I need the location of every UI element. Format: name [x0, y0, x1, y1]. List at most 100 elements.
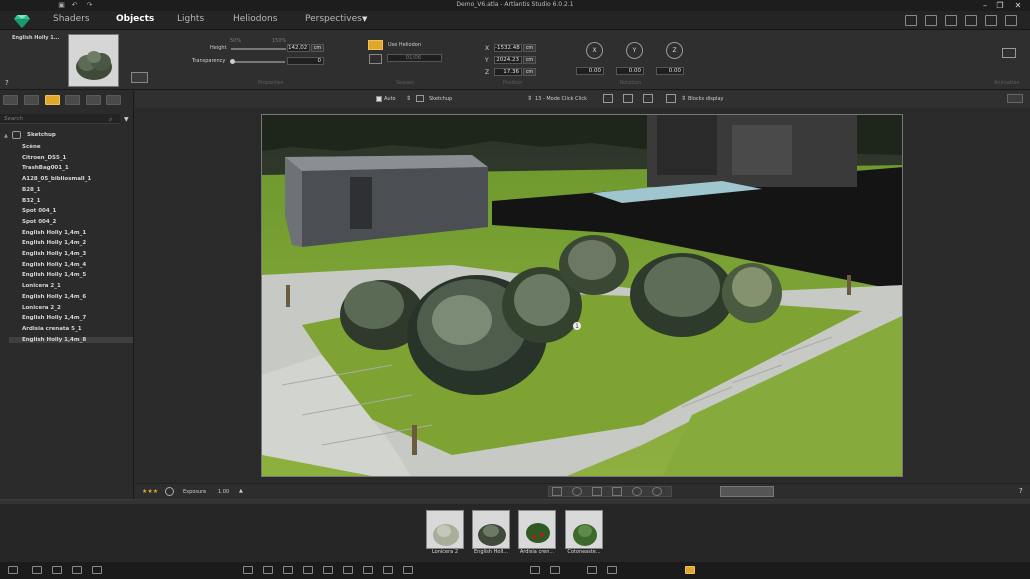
- position-z-unit[interactable]: cm: [523, 68, 536, 76]
- calendar-icon[interactable]: [369, 54, 382, 64]
- batch-icon[interactable]: [945, 15, 957, 26]
- transparency-knob[interactable]: [230, 59, 235, 64]
- mode-stepper-icon[interactable]: ⇕: [527, 95, 532, 102]
- stepper-icon[interactable]: ⇕: [406, 95, 411, 102]
- viewport-toggle-button[interactable]: [1007, 94, 1023, 103]
- catalog-thumbnail[interactable]: [472, 510, 510, 549]
- zoom-icon[interactable]: [572, 487, 582, 496]
- tree-item[interactable]: B32_1: [22, 198, 40, 204]
- transfer-icon[interactable]: [925, 15, 937, 26]
- tree-item[interactable]: Spot 004_2: [22, 219, 56, 225]
- heliodon-sun-icon[interactable]: [368, 40, 383, 50]
- tree-item[interactable]: B28_1: [22, 187, 40, 193]
- tree-item[interactable]: English Holly 1,4m_4: [22, 262, 86, 268]
- tree-item[interactable]: A128_05_bibliosmall_1: [22, 176, 91, 182]
- tree-item[interactable]: Ardisia crenata 5_1: [22, 326, 82, 332]
- objects-icon[interactable]: [403, 566, 413, 574]
- tree-root[interactable]: Sketchup: [27, 132, 56, 138]
- visibility-eye-button[interactable]: [106, 95, 121, 105]
- list-view-icon[interactable]: [530, 566, 540, 574]
- tree-item[interactable]: Scène: [22, 144, 41, 150]
- furniture-icon[interactable]: [263, 566, 273, 574]
- position-y-unit[interactable]: cm: [523, 56, 536, 64]
- quality-stars[interactable]: ★★★: [142, 488, 158, 495]
- catalog-thumbnail[interactable]: [518, 510, 556, 549]
- folder-icon[interactable]: [587, 566, 597, 574]
- objects-filter-button[interactable]: [45, 95, 60, 105]
- remove-button[interactable]: [24, 95, 39, 105]
- catalog-thumbnail[interactable]: [426, 510, 464, 549]
- grid-view-icon[interactable]: [550, 566, 560, 574]
- tree-expand-icon[interactable]: ▲: [4, 133, 8, 139]
- tree-item[interactable]: English Holly 1,4m_8: [9, 336, 133, 343]
- camera-icon[interactable]: [965, 15, 977, 26]
- pan-icon[interactable]: [592, 487, 602, 496]
- blocks-display-label[interactable]: Blocks display: [688, 96, 723, 102]
- rotation-x-field[interactable]: 0.00: [576, 67, 604, 75]
- catalog-category-icon[interactable]: [72, 566, 82, 574]
- position-y-field[interactable]: 2024.23: [494, 56, 522, 64]
- undo-view-icon[interactable]: [552, 487, 562, 496]
- catalog-splitter[interactable]: [0, 500, 1030, 504]
- orbit-icon[interactable]: [632, 487, 642, 496]
- animal-icon[interactable]: [343, 566, 353, 574]
- groups-filter-button[interactable]: [65, 95, 80, 105]
- crop-icon[interactable]: [643, 94, 653, 103]
- transparency-field[interactable]: 0: [287, 57, 324, 65]
- rotation-y-dial[interactable]: Y: [626, 42, 643, 59]
- search-input[interactable]: Search: [0, 114, 120, 124]
- auto-checkbox[interactable]: [376, 96, 382, 102]
- fullscreen-icon[interactable]: [1005, 15, 1017, 26]
- pivot-marker[interactable]: 1: [575, 323, 579, 330]
- position-z-field[interactable]: 17.36: [494, 68, 522, 76]
- tree-item[interactable]: English Holly 1,4m_2: [22, 240, 86, 246]
- tab-objects[interactable]: Objects: [116, 14, 154, 24]
- zoom-slider[interactable]: [720, 486, 774, 497]
- catalog-category-icon[interactable]: [8, 566, 18, 574]
- rotation-z-dial[interactable]: Z: [666, 42, 683, 59]
- help-icon[interactable]: ?: [5, 79, 9, 87]
- sketchup-label[interactable]: Sketchup: [429, 96, 452, 102]
- tab-shaders[interactable]: Shaders: [53, 14, 90, 24]
- tree-item[interactable]: Citroen_DS5_1: [22, 155, 66, 161]
- edit-object-button[interactable]: [131, 72, 148, 83]
- season-field[interactable]: 01/06: [387, 54, 442, 62]
- tab-heliodons[interactable]: Heliodons: [233, 14, 277, 24]
- close-button[interactable]: ✕: [1011, 0, 1025, 11]
- walk-icon[interactable]: [612, 487, 622, 496]
- lamp-icon[interactable]: [283, 566, 293, 574]
- catalog-category-icon[interactable]: [52, 566, 62, 574]
- tree-icon[interactable]: [363, 566, 373, 574]
- restore-button[interactable]: ❐: [993, 0, 1007, 11]
- exposure-value[interactable]: 1.00: [218, 489, 229, 495]
- tree-item[interactable]: English Holly 1,4m_6: [22, 294, 86, 300]
- height-field[interactable]: 142,02: [287, 44, 310, 52]
- viewport-help-icon[interactable]: ?: [1019, 487, 1023, 495]
- catalog-category-icon[interactable]: [92, 566, 102, 574]
- vehicle-icon[interactable]: [323, 566, 333, 574]
- tree-item[interactable]: English Holly 1,4m_7: [22, 315, 86, 321]
- tree-item[interactable]: Lonicera 2_1: [22, 283, 61, 289]
- tree-item[interactable]: Spot 004_1: [22, 208, 56, 214]
- position-x-unit[interactable]: cm: [523, 44, 536, 52]
- mode-label[interactable]: 13 - Mode Click Click: [535, 96, 587, 102]
- gear-icon[interactable]: [165, 487, 174, 496]
- plant-icon[interactable]: [383, 566, 393, 574]
- rotation-z-field[interactable]: 0.00: [656, 67, 684, 75]
- list-view-button[interactable]: [3, 95, 18, 105]
- view-mode-icon[interactable]: [603, 94, 613, 103]
- tree-item[interactable]: English Holly 1,4m_5: [22, 272, 86, 278]
- exposure-up-icon[interactable]: ▲: [239, 488, 243, 494]
- search-dropdown-icon[interactable]: ▼: [124, 116, 129, 123]
- height-slider[interactable]: [231, 48, 286, 50]
- catalog-category-icon[interactable]: [32, 566, 42, 574]
- animation-camera-icon[interactable]: [1002, 48, 1016, 58]
- height-unit[interactable]: cm: [311, 44, 324, 52]
- tree-item[interactable]: English Holly 1,4m_1: [22, 230, 86, 236]
- render-window-icon[interactable]: [985, 15, 997, 26]
- tree-item[interactable]: TrashBag001_1: [22, 165, 69, 171]
- tab-perspectives[interactable]: Perspectives: [305, 14, 362, 24]
- car-icon[interactable]: [243, 566, 253, 574]
- catalog-thumbnail[interactable]: [565, 510, 603, 549]
- cursor-tool-button[interactable]: [86, 95, 101, 105]
